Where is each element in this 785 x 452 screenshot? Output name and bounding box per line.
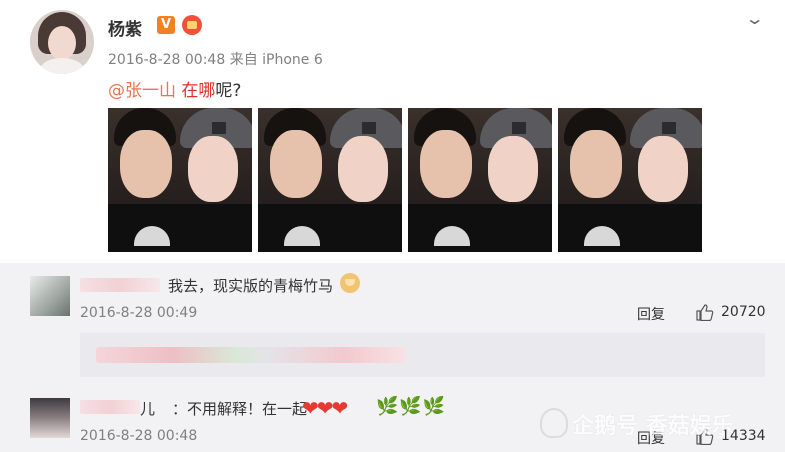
verified-badge-icon: V xyxy=(157,16,175,34)
like-count: 20720 xyxy=(721,304,766,320)
commenter-avatar[interactable] xyxy=(30,398,70,438)
poster-avatar[interactable] xyxy=(30,10,94,74)
post-text: @张一山 在哪呢? xyxy=(108,76,241,101)
comment-time: 2016-8-28 00:49 xyxy=(80,305,198,321)
post-photo-4[interactable] xyxy=(558,108,702,252)
commenter-name-blurred[interactable] xyxy=(80,400,140,414)
heart-emoji-icons: ❤❤❤ xyxy=(302,396,348,420)
post-photo-1[interactable] xyxy=(108,108,252,252)
vip-member-icon[interactable] xyxy=(182,15,202,35)
post-photo-2[interactable] xyxy=(258,108,402,252)
thumbs-up-icon[interactable] xyxy=(696,303,714,321)
weibo-post: 杨紫 V ⌄ 2016-8-28 00:48 来自 iPhone 6 @张一山 … xyxy=(0,0,785,262)
comment-text: 我去，现实版的青梅竹马 xyxy=(168,277,334,295)
comment-time: 2016-8-28 00:48 xyxy=(80,428,198,444)
leaf-emoji-icons: 🌿🌿🌿 xyxy=(376,396,447,417)
dog-emoji-icon xyxy=(340,273,360,293)
avatar-face xyxy=(48,26,76,60)
post-meta: 2016-8-28 00:48 来自 iPhone 6 xyxy=(108,49,323,69)
post-source-prefix: 来自 xyxy=(229,52,258,68)
commenter-name-tail[interactable]: 儿 xyxy=(140,398,155,419)
chevron-down-icon[interactable]: ⌄ xyxy=(745,9,765,28)
commenter-avatar[interactable] xyxy=(30,276,70,316)
penguin-logo-icon xyxy=(540,408,568,438)
post-timestamp[interactable]: 2016-8-28 00:48 xyxy=(108,52,225,68)
post-source-device: iPhone 6 xyxy=(262,52,323,68)
sub-reply-box[interactable] xyxy=(80,333,765,377)
watermark: 企鹅号 香菇娱乐 xyxy=(572,414,734,439)
location-phrase: 在哪 xyxy=(181,81,216,101)
sub-reply-blurred-text xyxy=(96,347,406,363)
commenter-name-blurred[interactable] xyxy=(80,278,160,292)
post-text-suffix: 呢? xyxy=(215,81,242,101)
post-photo-3[interactable] xyxy=(408,108,552,252)
poster-username[interactable]: 杨紫 xyxy=(108,15,142,40)
mention-link[interactable]: @张一山 xyxy=(108,81,176,101)
reply-button[interactable]: 回复 xyxy=(637,304,665,324)
comment-text: ：不用解释！在一起 xyxy=(172,400,308,418)
avatar-shirt xyxy=(40,58,84,74)
